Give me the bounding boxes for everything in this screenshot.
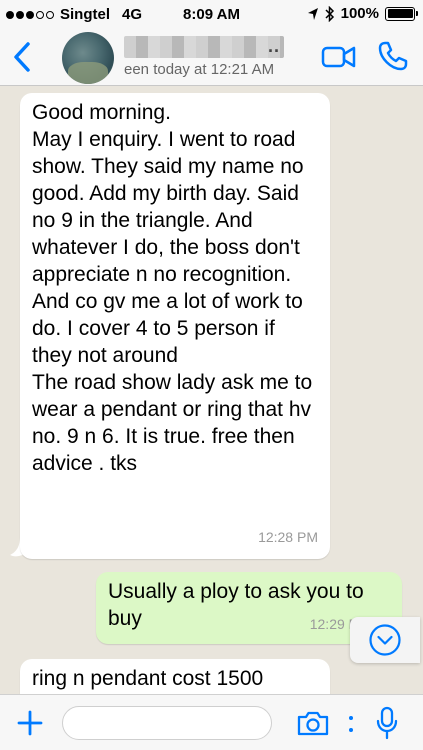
input-bar [0, 694, 423, 750]
video-camera-icon[interactable] [321, 44, 357, 70]
microphone-icon[interactable] [374, 705, 400, 741]
last-seen-text: een today at 12:21 AM [124, 61, 275, 78]
message-time: 12:28 PM [258, 529, 318, 545]
more-vertical-icon[interactable] [348, 713, 354, 735]
status-right: 100% [307, 5, 418, 22]
last-seen-status: een today at 12:21 AM [124, 61, 274, 78]
scroll-down-button[interactable] [350, 617, 420, 663]
chevron-left-icon[interactable] [12, 40, 32, 74]
status-bar: Singtel 4G 8:09 AM 100% [0, 0, 423, 28]
message-text: Good morning. May I enquiry. I went to r… [32, 101, 313, 475]
chat-header: .. een today at 12:21 AM [0, 28, 423, 86]
battery-percent: 100% [340, 5, 379, 22]
battery-icon [385, 6, 418, 21]
camera-icon[interactable] [296, 709, 330, 737]
contact-name-suffix: .. [268, 36, 281, 56]
chevron-down-circle-icon [369, 624, 401, 656]
bluetooth-icon [325, 5, 334, 22]
phone-icon[interactable] [377, 40, 409, 72]
location-arrow-icon [307, 7, 318, 20]
contact-name-redacted[interactable] [124, 36, 284, 58]
message-text: ring n pendant cost 1500 [32, 667, 264, 690]
message-input[interactable] [62, 706, 272, 740]
avatar[interactable] [62, 32, 114, 84]
incoming-message[interactable]: Good morning. May I enquiry. I went to r… [20, 93, 330, 559]
plus-icon[interactable] [16, 709, 44, 737]
